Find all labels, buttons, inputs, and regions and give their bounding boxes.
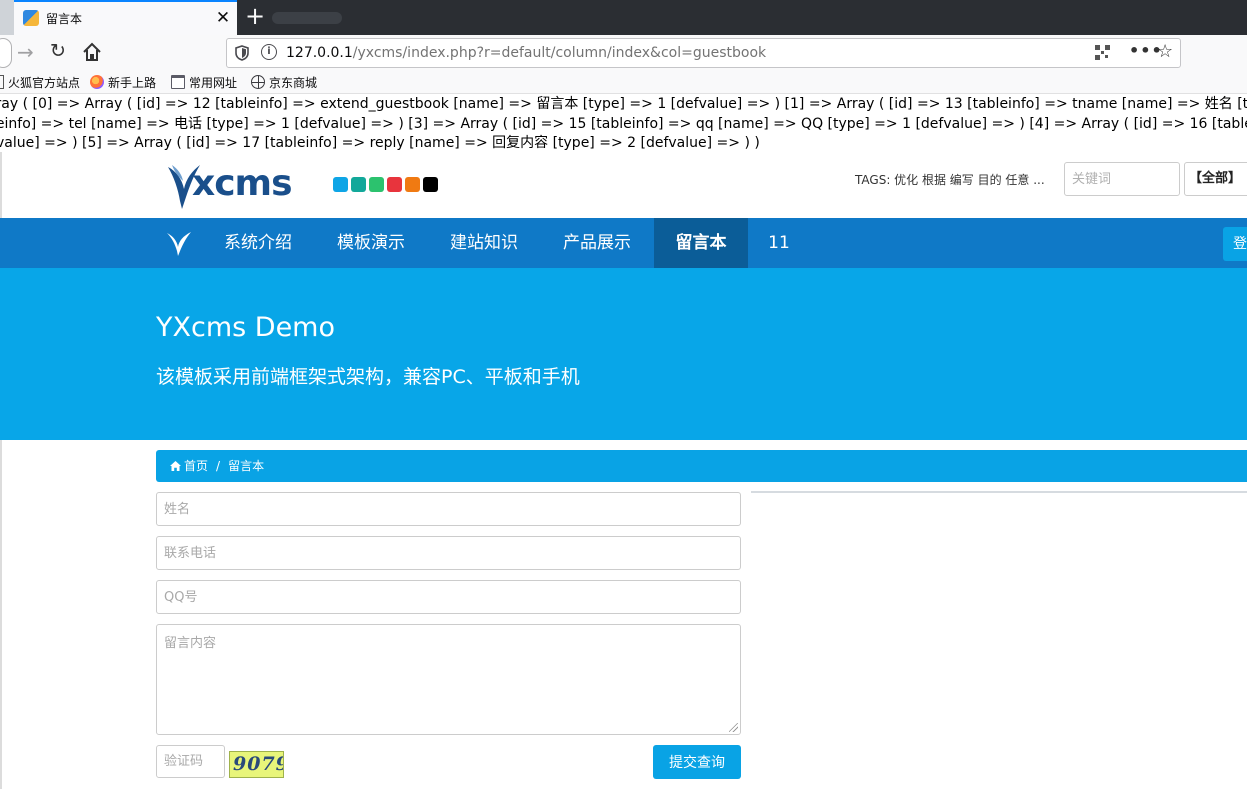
bookmark-getting-started[interactable]: 新手上路 (90, 74, 156, 91)
name-field[interactable] (156, 492, 741, 526)
theme-swatch-3[interactable] (387, 177, 402, 192)
nav-item-template-demo[interactable]: 模板演示 (318, 218, 424, 268)
theme-swatch-4[interactable] (405, 177, 420, 192)
reload-icon[interactable]: ↻ (50, 40, 66, 62)
browser-tab-strip: 留言本 ✕ + (0, 0, 1247, 35)
nav-item-site-knowledge[interactable]: 建站知识 (431, 218, 537, 268)
blurred-tab-area (272, 12, 342, 24)
forward-arrow-icon[interactable]: → (17, 40, 34, 64)
hero-title: YXcms Demo (156, 312, 336, 343)
bookmark-star-icon[interactable]: ☆ (1157, 41, 1173, 62)
theme-swatch-2[interactable] (369, 177, 384, 192)
tags-list[interactable]: TAGS: 优化 根据 编写 目的 任意 ... (855, 171, 1045, 188)
keyword-search-input[interactable] (1064, 162, 1180, 196)
globe-icon (251, 75, 265, 89)
breadcrumb-home-link[interactable]: 首页 (184, 459, 208, 473)
new-tab-icon[interactable]: + (244, 1, 266, 31)
captcha-image[interactable]: 9079 (229, 751, 284, 778)
debug-array-dump: rray ( [0] => Array ( [id] => 12 [tablei… (0, 95, 1247, 154)
textarea-resize-handle[interactable] (729, 723, 738, 732)
dump-line: rray ( [0] => Array ( [id] => 12 [tablei… (0, 96, 1247, 112)
main-navigation: 系统介绍 模板演示 建站知识 产品展示 留言本 11 登 (0, 218, 1247, 268)
home-icon (170, 461, 181, 471)
browser-tab-active[interactable]: 留言本 ✕ (14, 0, 237, 35)
search-scope-select[interactable]: 【全部】 (1184, 162, 1247, 196)
bookmarks-toolbar: 火狐官方站点 新手上路 常用网址 京东商城 (0, 71, 1247, 94)
browser-toolbar: → ↻ i 127.0.0.1/yxcms/index.php?r=defaul… (0, 35, 1247, 71)
address-bar[interactable]: i 127.0.0.1/yxcms/index.php?r=default/co… (226, 38, 1181, 68)
breadcrumb: 首页 / 留言本 (156, 450, 1247, 482)
qq-field[interactable] (156, 580, 741, 614)
theme-color-swatches (333, 177, 438, 192)
bookmark-jd-mall[interactable]: 京东商城 (251, 74, 317, 91)
login-button[interactable]: 登 (1223, 227, 1247, 261)
nav-item-system-intro[interactable]: 系统介绍 (205, 218, 311, 268)
captcha-field[interactable] (156, 745, 225, 778)
folder-icon (171, 75, 185, 89)
phone-field[interactable] (156, 536, 741, 570)
hero-subtitle: 该模板采用前端框架式架构，兼容PC、平板和手机 (156, 366, 580, 388)
theme-swatch-1[interactable] (351, 177, 366, 192)
firefox-icon (90, 75, 104, 89)
site-info-icon[interactable]: i (261, 44, 277, 60)
bookmark-firefox-official[interactable]: 火狐官方站点 (0, 74, 80, 91)
message-textarea[interactable] (156, 624, 741, 735)
logo-text: xcms (192, 163, 292, 204)
close-tab-icon[interactable]: ✕ (214, 7, 232, 29)
nav-bird-logo-icon[interactable] (166, 230, 192, 256)
previous-tab-edge[interactable] (0, 0, 14, 35)
bookmark-common-sites[interactable]: 常用网址 (171, 74, 237, 91)
qr-code-icon[interactable] (1095, 45, 1110, 60)
url-text: 127.0.0.1/yxcms/index.php?r=default/colu… (286, 45, 767, 61)
hero-banner: YXcms Demo 该模板采用前端框架式架构，兼容PC、平板和手机 (0, 268, 1247, 440)
tab-title: 留言本 (46, 12, 83, 26)
nav-item-11[interactable]: 11 (758, 218, 800, 268)
sidebar-divider (751, 491, 1247, 493)
nav-item-guestbook[interactable]: 留言本 (654, 218, 748, 268)
theme-swatch-5[interactable] (423, 177, 438, 192)
back-button[interactable] (0, 38, 12, 68)
site-favicon-icon (23, 10, 39, 26)
breadcrumb-current: 留言本 (228, 459, 265, 473)
dump-line: leinfo] => tel [name] => 电话 [type] => 1 … (0, 115, 1247, 132)
dump-line: value] => ) [5] => Array ( [id] => 17 [t… (0, 135, 760, 151)
bookmark-icon (0, 75, 4, 89)
breadcrumb-separator: / (216, 459, 221, 473)
submit-button[interactable]: 提交查询 (653, 745, 741, 779)
theme-swatch-0[interactable] (333, 177, 348, 192)
site-logo[interactable]: xcms (166, 157, 326, 211)
home-icon[interactable] (81, 41, 103, 63)
nav-item-products[interactable]: 产品展示 (544, 218, 650, 268)
shield-icon[interactable] (235, 45, 249, 61)
